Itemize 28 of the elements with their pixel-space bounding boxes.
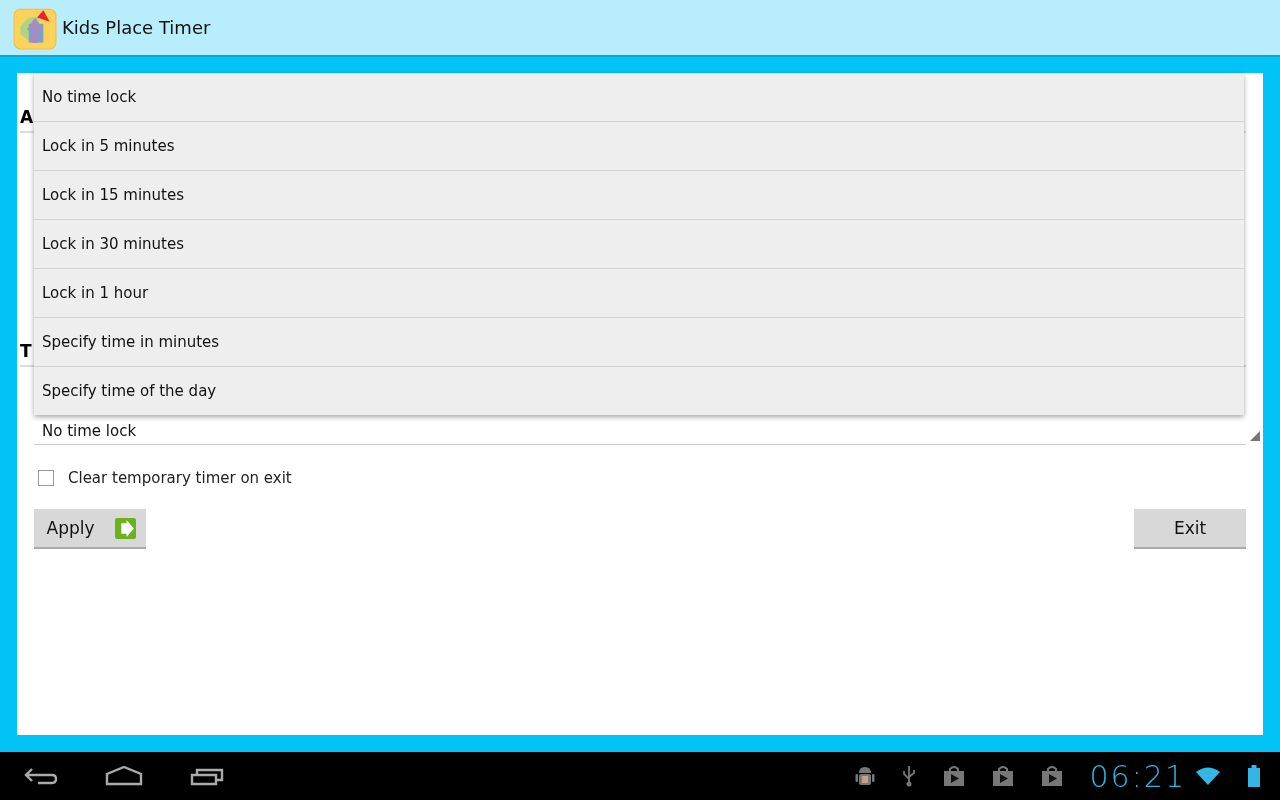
battery-icon: [1248, 765, 1260, 787]
wifi-icon: [1195, 766, 1221, 786]
dropdown-option[interactable]: Specify time of the day: [34, 367, 1244, 415]
app-title: Kids Place Timer: [62, 17, 211, 38]
exit-button[interactable]: Exit: [1134, 509, 1246, 549]
arrow-right-icon: [114, 517, 136, 539]
recent-apps-icon[interactable]: [190, 766, 226, 786]
time-lock-spinner[interactable]: No time lock: [34, 417, 1246, 445]
home-icon[interactable]: [105, 766, 143, 786]
android-icon[interactable]: [854, 765, 875, 787]
section-heading: A: [20, 107, 34, 129]
shopping-bag-icon[interactable]: [991, 765, 1014, 787]
checkbox[interactable]: [38, 470, 54, 486]
dropdown-corner-icon: [1250, 431, 1260, 441]
apply-button[interactable]: Apply: [34, 509, 146, 549]
section-heading: T: [20, 341, 32, 363]
clock: 06:21: [1089, 758, 1186, 794]
checkbox-label: Clear temporary timer on exit: [68, 469, 292, 487]
dropdown-option[interactable]: No time lock: [34, 73, 1244, 122]
dropdown-option[interactable]: Lock in 1 hour: [34, 269, 1244, 318]
dropdown-option[interactable]: Lock in 30 minutes: [34, 220, 1244, 269]
back-icon[interactable]: [24, 766, 58, 786]
shopping-bag-icon[interactable]: [942, 765, 965, 787]
usb-icon[interactable]: [901, 765, 916, 787]
shopping-bag-icon[interactable]: [1040, 765, 1063, 787]
dropdown-option[interactable]: Lock in 15 minutes: [34, 171, 1244, 220]
dropdown-option[interactable]: Lock in 5 minutes: [34, 122, 1244, 171]
dropdown-option[interactable]: Specify time in minutes: [34, 318, 1244, 367]
